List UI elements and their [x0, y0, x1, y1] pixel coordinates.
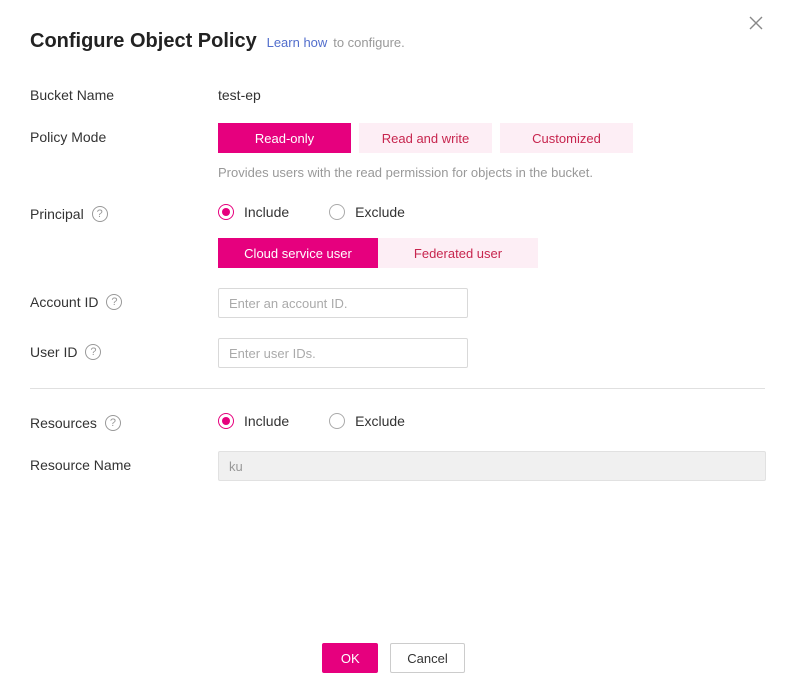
dialog-header: Configure Object Policy Learn how to con… [30, 30, 765, 53]
principal-user-type-tabs: Cloud service user Federated user [218, 238, 765, 268]
radio-label: Include [244, 204, 289, 220]
cancel-button[interactable]: Cancel [390, 643, 464, 673]
tab-read-and-write[interactable]: Read and write [359, 123, 492, 153]
section-divider [30, 388, 765, 389]
close-icon[interactable] [749, 16, 767, 34]
account-id-input[interactable] [218, 288, 468, 318]
tab-federated-user[interactable]: Federated user [378, 238, 538, 268]
principal-include-radio[interactable]: Include [218, 204, 289, 220]
tab-read-only[interactable]: Read-only [218, 123, 351, 153]
resources-include-radio[interactable]: Include [218, 413, 289, 429]
tab-customized[interactable]: Customized [500, 123, 633, 153]
policy-mode-desc: Provides users with the read permission … [218, 165, 765, 180]
ok-button[interactable]: OK [322, 643, 378, 673]
radio-icon [218, 413, 234, 429]
user-id-input[interactable] [218, 338, 468, 368]
resources-label: Resources [30, 415, 97, 431]
policy-mode-label: Policy Mode [30, 123, 218, 145]
learn-how-suffix: to configure. [333, 35, 405, 50]
help-icon[interactable]: ? [92, 206, 108, 222]
principal-label: Principal [30, 206, 84, 222]
learn-how-link[interactable]: Learn how [267, 35, 328, 50]
radio-label: Include [244, 413, 289, 429]
radio-icon [329, 413, 345, 429]
tab-cloud-service-user[interactable]: Cloud service user [218, 238, 378, 268]
radio-label: Exclude [355, 204, 405, 220]
radio-icon [218, 204, 234, 220]
resource-name-input [218, 451, 766, 481]
radio-label: Exclude [355, 413, 405, 429]
help-icon[interactable]: ? [105, 415, 121, 431]
radio-icon [329, 204, 345, 220]
configure-object-policy-dialog: Configure Object Policy Learn how to con… [0, 0, 787, 695]
policy-mode-tabs: Read-only Read and write Customized [218, 123, 765, 153]
user-id-label: User ID [30, 344, 77, 360]
bucket-name-value: test-ep [218, 81, 765, 103]
help-icon[interactable]: ? [106, 294, 122, 310]
resources-include-exclude-group: Include Exclude [218, 409, 765, 429]
principal-include-exclude-group: Include Exclude [218, 200, 765, 220]
resource-name-label: Resource Name [30, 451, 218, 473]
account-id-label: Account ID [30, 294, 98, 310]
resources-exclude-radio[interactable]: Exclude [329, 413, 405, 429]
help-icon[interactable]: ? [85, 344, 101, 360]
page-title: Configure Object Policy [30, 30, 257, 52]
bucket-name-label: Bucket Name [30, 81, 218, 103]
dialog-footer: OK Cancel [0, 643, 787, 673]
principal-exclude-radio[interactable]: Exclude [329, 204, 405, 220]
